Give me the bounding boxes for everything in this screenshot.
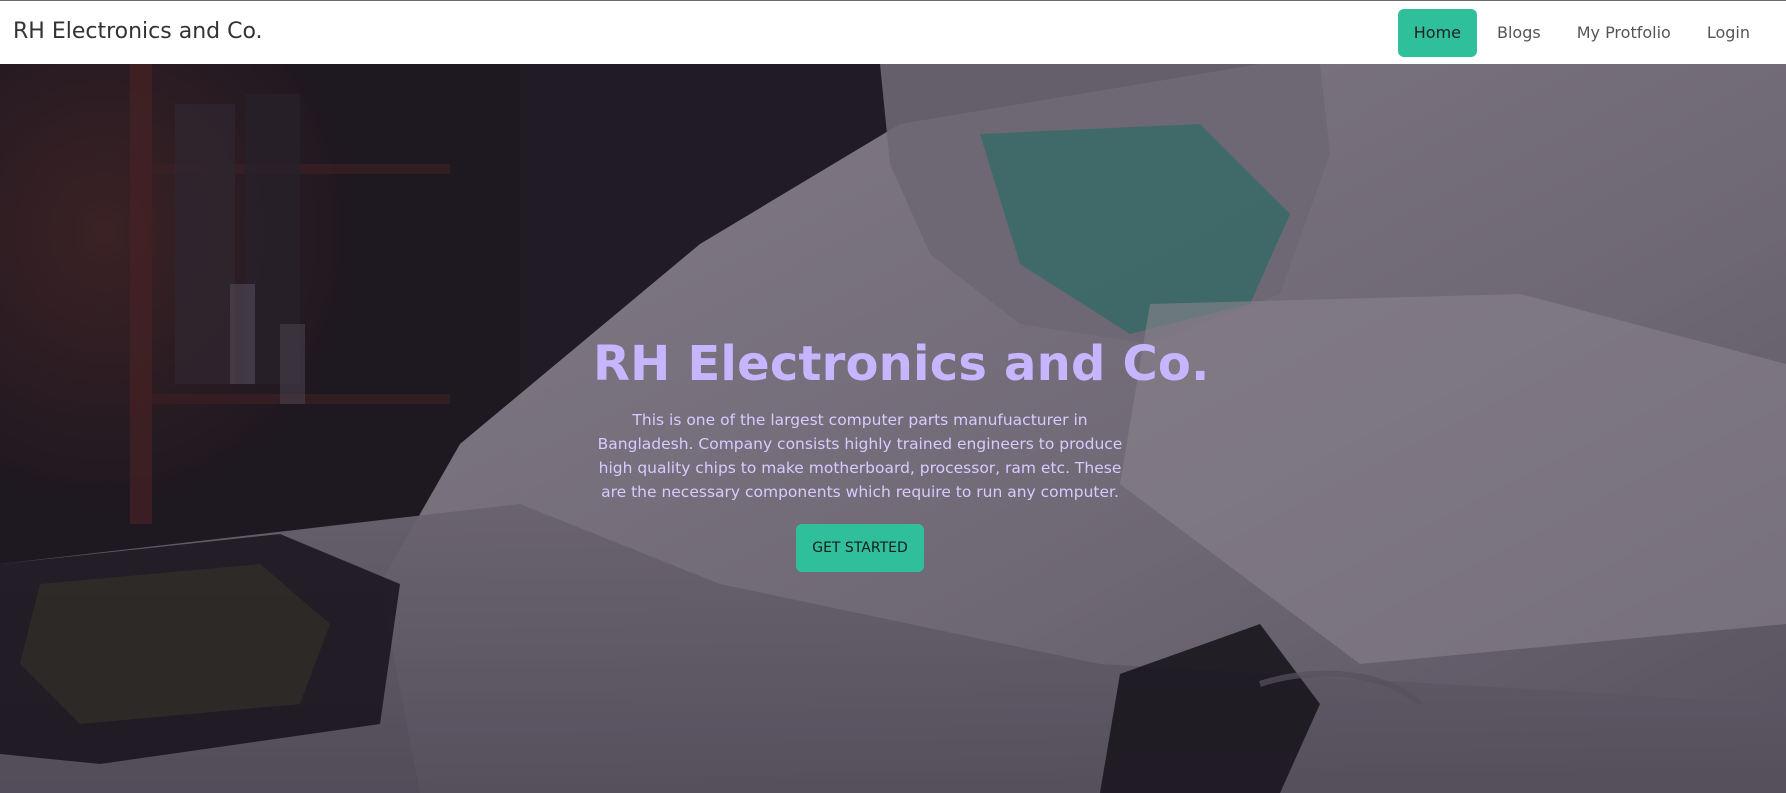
hero-content: RH Electronics and Co. This is one of th… (593, 334, 1210, 572)
hero-description: This is one of the largest computer part… (597, 411, 1123, 501)
nav-login[interactable]: Login (1691, 9, 1766, 57)
nav-portfolio[interactable]: My Protfolio (1561, 9, 1687, 57)
get-started-button[interactable]: GET STARTED (796, 524, 924, 572)
nav-blogs[interactable]: Blogs (1481, 9, 1557, 57)
navbar: RH Electronics and Co. Home Blogs My Pro… (0, 0, 1786, 64)
brand-logo-text[interactable]: RH Electronics and Co. (13, 19, 263, 44)
nav-home[interactable]: Home (1397, 9, 1477, 57)
nav-menu: Home Blogs My Protfolio Login (1397, 9, 1766, 57)
hero-section: RH Electronics and Co. This is one of th… (0, 64, 1786, 793)
hero-title: RH Electronics and Co. (593, 336, 1210, 392)
